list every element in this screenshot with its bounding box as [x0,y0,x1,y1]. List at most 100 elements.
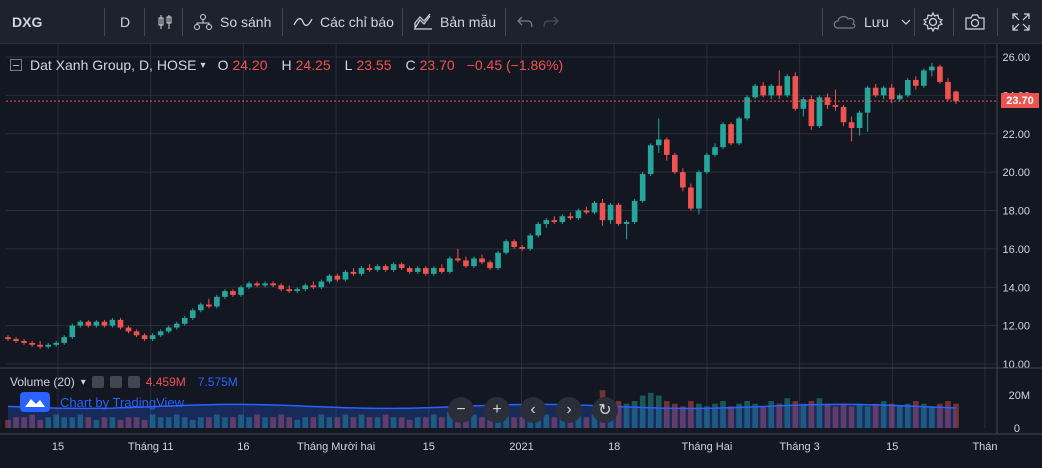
candle-body [5,337,11,340]
toolbar-divider [997,8,998,36]
undo-icon [514,11,536,33]
time-axis-label: Tháng Hai [682,441,733,453]
candle-body [591,202,598,213]
candle-body [254,283,260,286]
toolbar-divider [182,8,183,36]
candle-body [53,342,60,345]
low-label: L [344,57,353,73]
candle-body [334,275,341,280]
candle-body [680,172,686,188]
volume-value: 4.459M [145,375,186,389]
price-axis-label: 14.00 [1002,282,1030,294]
top-toolbar: DXG D So sánh Các chỉ báo Bản mẫu Lưu [0,0,1042,44]
save-button[interactable]: Lưu [832,0,911,44]
candle-body [69,325,76,338]
candle-body [840,106,847,123]
templates-label: Bản mẫu [440,14,497,30]
caret-down-icon[interactable]: ▾ [201,60,206,71]
candle-body [37,344,43,347]
scroll-right-button[interactable]: › [556,397,582,423]
candle-body [945,81,951,100]
candle-body [214,296,220,307]
candles-icon [154,11,176,33]
candle-body [77,321,84,326]
candle-body [615,204,622,224]
candle-body [350,271,357,274]
settings-button[interactable] [922,0,950,44]
collapse-legend-icon[interactable] [10,59,22,71]
high-value: 24.25 [295,57,331,73]
candle-body [672,154,678,173]
candle-body [430,268,437,274]
close-label: C [405,57,416,73]
candle-body [165,327,172,332]
tradingview-logo-icon [20,392,50,412]
price-axis-label: 18.00 [1002,206,1030,218]
candle-body [888,87,895,100]
time-axis-label: 15 [52,441,64,453]
candle-body [246,283,252,288]
volume-axis-label: 0 [1014,423,1020,435]
candle-body [768,85,775,96]
candle-body [744,97,750,119]
candle-body [543,220,550,224]
indicators-button[interactable]: Các chỉ báo [292,0,394,44]
price-axis-label: 12.00 [1002,321,1030,333]
candle-body [784,76,791,96]
candle-body [953,91,959,102]
interval-button[interactable]: D [120,0,130,44]
reset-chart-button[interactable]: ↻ [592,397,618,423]
scroll-left-button[interactable]: ‹ [520,397,546,423]
templates-button[interactable]: Bản mẫu [412,0,496,44]
candle-body [109,319,116,326]
price-axis-label: 22.00 [1002,129,1030,141]
high-label: H [281,57,292,73]
camera-icon [964,11,986,33]
legend-title[interactable]: Dat Xanh Group, D, HOSE [30,57,197,73]
candles-style-button[interactable] [154,0,182,44]
candle-body [422,268,429,274]
symbol-search-button[interactable]: DXG [12,0,42,44]
screenshot-button[interactable] [964,0,992,44]
candle-body [535,223,542,236]
redo-button[interactable] [540,0,568,44]
candle-body [181,317,188,324]
candle-body [262,283,268,286]
undo-button[interactable] [514,0,542,44]
save-label: Lưu [864,14,889,30]
close-icon[interactable] [127,376,140,388]
zoom-out-button[interactable]: − [448,397,474,423]
caret-down-icon[interactable]: ▾ [81,377,86,388]
close-value: 23.70 [419,57,455,73]
candle-body [173,323,180,328]
gear-icon[interactable] [109,376,122,388]
fullscreen-button[interactable] [1010,0,1038,44]
eye-icon[interactable] [91,376,104,388]
candle-body [647,145,654,175]
zoom-in-button[interactable]: + [484,397,510,423]
tradingview-watermark[interactable]: Chart by TradingView [20,392,184,412]
candle-body [864,87,871,113]
toolbar-divider [505,8,506,36]
candle-body [856,112,863,128]
candle-body [278,285,284,290]
candle-body [663,139,670,155]
candle-body [302,285,309,290]
candle-body [286,289,292,292]
candle-body [752,85,758,98]
chart-legend: Dat Xanh Group, D, HOSE ▾ O 24.20 H 24.25 … [10,57,563,73]
indicators-label: Các chỉ báo [320,14,394,30]
candle-body [937,66,943,82]
time-axis-label: 15 [423,441,435,453]
candle-body [414,268,421,272]
compare-button[interactable]: So sánh [192,0,271,44]
time-axis-label: 2021 [509,441,533,453]
redo-icon [540,11,562,33]
symbol-label: DXG [12,14,43,30]
candle-body [736,118,742,144]
candle-body [463,260,469,267]
toolbar-divider [144,8,145,36]
candle-body [398,264,405,269]
time-axis-label: 16 [237,441,249,453]
volume-title[interactable]: Volume (20) [10,375,75,389]
